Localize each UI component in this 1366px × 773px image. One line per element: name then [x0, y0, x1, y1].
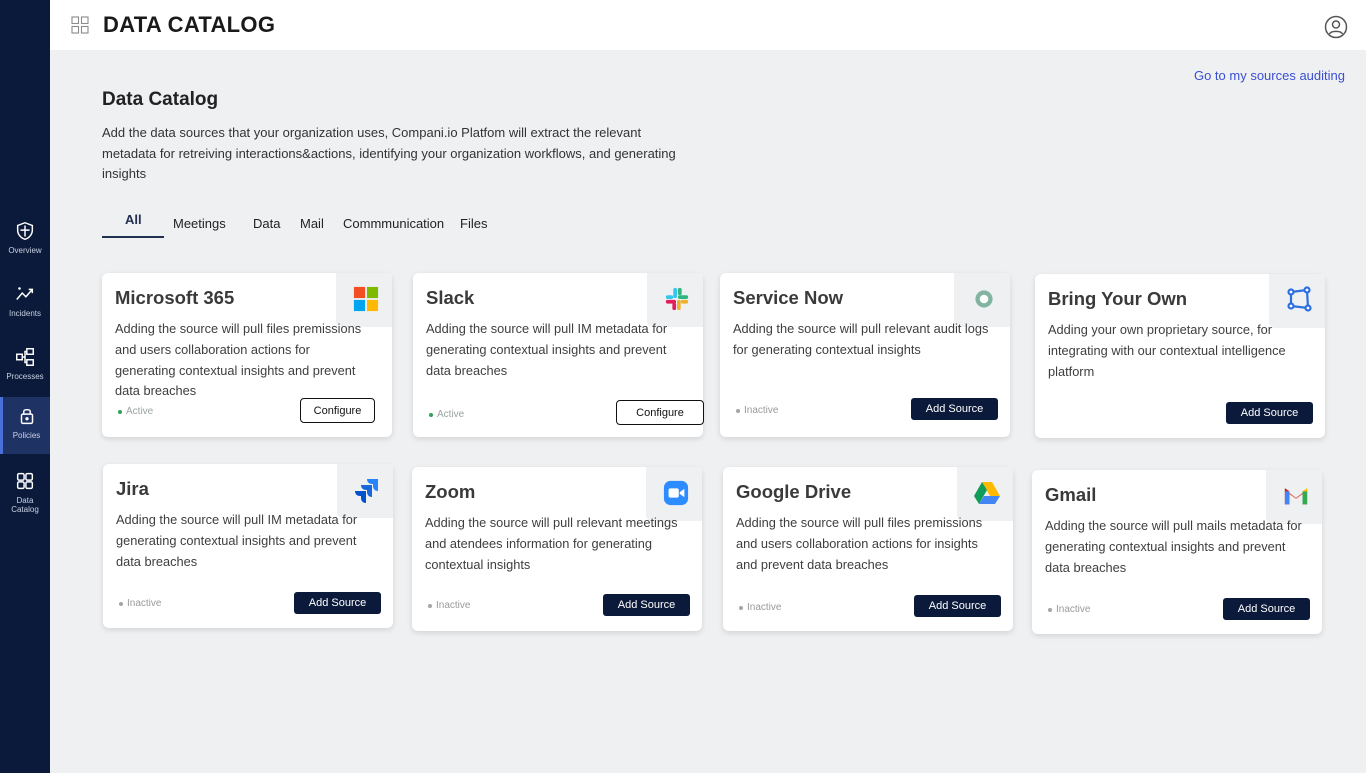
source-card-google-drive: Google Drive Adding the source will pull…	[723, 467, 1013, 631]
status-badge: Inactive	[736, 602, 781, 613]
configure-button[interactable]: Configure	[300, 398, 375, 423]
app-title: DATA CATALOG	[103, 12, 276, 37]
card-description: Adding your own proprietary source, for …	[1048, 322, 1286, 379]
top-header: DATA CATALOG	[50, 0, 1366, 50]
card-title: Gmail	[1045, 484, 1097, 505]
card-title: Jira	[116, 478, 149, 499]
shield-icon	[16, 221, 34, 241]
gmail-logo-icon	[1282, 482, 1310, 510]
google-drive-logo-icon	[973, 479, 1001, 507]
add-source-button[interactable]: Add Source	[914, 595, 1001, 617]
card-description: Adding the source will pull files premis…	[115, 321, 362, 399]
status-badge: Active	[115, 406, 153, 417]
user-account-icon[interactable]	[1324, 15, 1348, 39]
active-tab-indicator	[102, 236, 164, 238]
sidebar-item-label: Data Catalog	[11, 496, 39, 514]
tab-files[interactable]: Files	[460, 216, 487, 231]
sidebar-item-overview[interactable]: Overview	[0, 214, 50, 270]
add-source-button[interactable]: Add Source	[1226, 402, 1313, 424]
source-card-zoom: Zoom Adding the source will pull relevan…	[412, 467, 702, 631]
flow-icon	[16, 348, 34, 366]
page-description: Add the data sources that your organizat…	[102, 125, 676, 181]
card-description: Adding the source will pull relevant mee…	[425, 515, 678, 572]
add-source-button[interactable]: Add Source	[294, 592, 381, 614]
add-source-button[interactable]: Add Source	[1223, 598, 1310, 620]
trend-icon	[16, 287, 34, 300]
page-title: Data Catalog	[102, 89, 219, 110]
card-description: Adding the source will pull IM metadata …	[116, 512, 358, 569]
card-title: Zoom	[425, 481, 476, 502]
source-card-jira: Jira Adding the source will pull IM meta…	[103, 464, 393, 628]
card-title: Service Now	[733, 287, 844, 308]
servicenow-logo-icon	[970, 285, 998, 313]
sidebar: Overview Incidents Processes Policies Da…	[0, 0, 50, 773]
card-title: Google Drive	[736, 481, 852, 502]
sidebar-item-label: Incidents	[8, 309, 42, 318]
sidebar-item-label: Overview	[8, 246, 42, 255]
tab-data[interactable]: Data	[253, 216, 280, 231]
source-card-microsoft-365: Microsoft 365 Adding the source will pul…	[102, 273, 392, 437]
add-source-button[interactable]: Add Source	[911, 398, 998, 420]
tab-communication[interactable]: Commmunication	[343, 216, 444, 231]
card-description: Adding the source will pull mails metada…	[1045, 518, 1302, 575]
sources-auditing-link[interactable]: Go to my sources auditing	[1194, 68, 1345, 83]
grid-icon	[16, 472, 34, 490]
lock-icon	[20, 408, 33, 425]
card-title: Microsoft 365	[115, 287, 235, 308]
zoom-logo-icon	[662, 479, 690, 507]
source-card-service-now: Service Now Adding the source will pull …	[720, 273, 1010, 437]
configure-button[interactable]: Configure	[616, 400, 704, 425]
card-title: Slack	[426, 287, 475, 308]
source-card-bring-your-own: Bring Your Own Adding your own proprieta…	[1035, 274, 1325, 438]
jira-logo-icon	[353, 476, 381, 504]
status-badge: Active	[426, 409, 464, 420]
sidebar-item-policies[interactable]: Policies	[0, 397, 50, 454]
tab-meetings[interactable]: Meetings	[173, 216, 226, 231]
sidebar-item-processes[interactable]: Processes	[0, 340, 50, 396]
tab-mail[interactable]: Mail	[300, 216, 324, 231]
status-badge: Inactive	[733, 405, 778, 416]
source-card-gmail: Gmail Adding the source will pull mails …	[1032, 470, 1322, 634]
source-card-slack: Slack Adding the source will pull IM met…	[413, 273, 704, 437]
card-title: Bring Your Own	[1048, 288, 1188, 309]
slack-logo-icon	[663, 285, 691, 313]
custom-source-icon	[1285, 286, 1313, 314]
tab-all[interactable]: All	[125, 212, 142, 227]
sidebar-item-data-catalog[interactable]: Data Catalog	[0, 464, 50, 520]
status-badge: Inactive	[425, 600, 470, 611]
status-badge: Inactive	[116, 598, 161, 609]
card-description: Adding the source will pull relevant aud…	[733, 321, 989, 357]
microsoft-logo-icon	[352, 285, 380, 313]
sidebar-item-incidents[interactable]: Incidents	[0, 277, 50, 333]
sidebar-item-label: Processes	[6, 372, 44, 381]
apps-grid-icon[interactable]	[71, 16, 89, 34]
add-source-button[interactable]: Add Source	[603, 594, 690, 616]
sidebar-item-label: Policies	[12, 431, 41, 440]
status-badge: Inactive	[1045, 604, 1090, 615]
card-description: Adding the source will pull files premis…	[736, 515, 983, 572]
card-description: Adding the source will pull IM metadata …	[426, 321, 668, 378]
